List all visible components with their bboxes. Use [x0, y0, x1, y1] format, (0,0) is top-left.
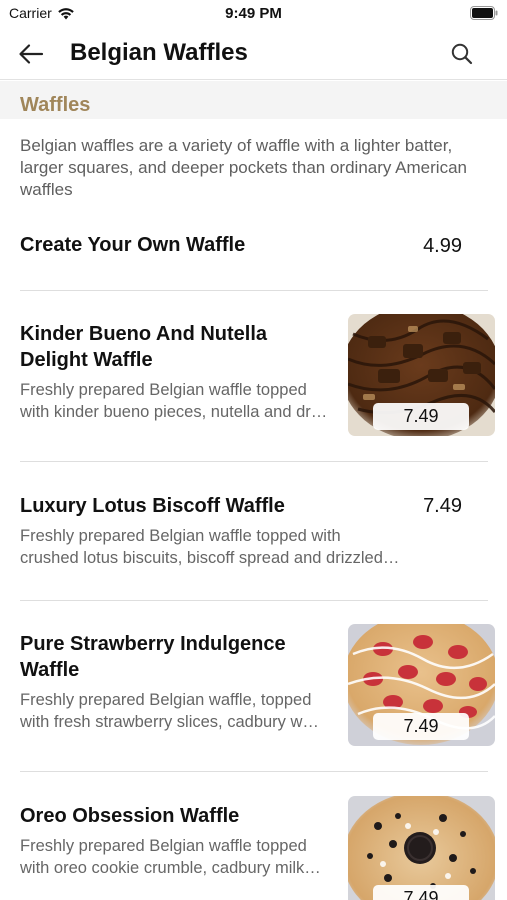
item-title: Pure Strawberry Indulgence Waffle	[20, 633, 286, 681]
section-description: Belgian waffles are a variety of waffle …	[20, 136, 467, 199]
item-description-line: Freshly prepared Belgian waffle topped w…	[20, 527, 341, 545]
search-icon	[451, 43, 473, 65]
item-description: Freshly prepared Belgian waffle, topped …	[20, 689, 340, 733]
item-description: Freshly prepared Belgian waffle topped w…	[20, 379, 340, 423]
item-image: 7.49	[348, 796, 495, 900]
page-title: Belgian Waffles	[70, 39, 248, 66]
menu-item[interactable]: Create Your Own Waffle 4.99	[0, 225, 507, 291]
menu-item[interactable]: Luxury Lotus Biscoff Waffle 7.49 Freshly…	[0, 462, 507, 600]
item-description-line: with fresh strawberry slices, cadbury w…	[20, 713, 319, 731]
item-description-line: Freshly prepared Belgian waffle, topped	[20, 691, 312, 709]
section-header: Waffles	[0, 81, 507, 119]
arrow-left-icon	[19, 44, 44, 64]
item-description: Freshly prepared Belgian waffle topped w…	[20, 525, 415, 569]
menu-item[interactable]: Pure Strawberry Indulgence Waffle Freshl…	[0, 601, 507, 771]
battery-icon	[470, 6, 498, 20]
item-image: 7.49	[348, 624, 495, 746]
item-title: Oreo Obsession Waffle	[20, 805, 240, 827]
item-title: Kinder Bueno And Nutella Delight Waffle	[20, 323, 268, 371]
search-button[interactable]	[447, 39, 477, 69]
back-button[interactable]	[14, 38, 48, 70]
menu-item[interactable]: Oreo Obsession Waffle Freshly prepared B…	[0, 772, 507, 900]
item-description-line: Freshly prepared Belgian waffle topped	[20, 837, 307, 855]
item-image: 7.49	[348, 314, 495, 436]
status-time: 9:49 PM	[225, 5, 282, 22]
item-price: 4.99	[423, 235, 462, 257]
item-image-price: 7.49	[373, 403, 469, 430]
item-description-line: crushed lotus biscuits, biscoff spread a…	[20, 549, 400, 567]
item-image-price: 7.49	[373, 885, 469, 900]
item-description-line: with oreo cookie crumble, cadbury milk…	[20, 859, 321, 877]
item-description-line: with kinder bueno pieces, nutella and dr…	[20, 403, 328, 421]
status-bar: Carrier 9:49 PM	[0, 0, 507, 28]
item-description: Freshly prepared Belgian waffle topped w…	[20, 835, 340, 879]
item-image-price: 7.49	[373, 713, 469, 740]
item-description-line: Freshly prepared Belgian waffle topped	[20, 381, 307, 399]
navigation-bar: Belgian Waffles	[0, 28, 507, 80]
section-title: Waffles	[20, 94, 91, 116]
item-price: 7.49	[423, 495, 462, 517]
menu-item[interactable]: Kinder Bueno And Nutella Delight Waffle …	[0, 291, 507, 461]
item-title: Create Your Own Waffle	[20, 234, 246, 256]
item-title: Luxury Lotus Biscoff Waffle	[20, 495, 285, 517]
